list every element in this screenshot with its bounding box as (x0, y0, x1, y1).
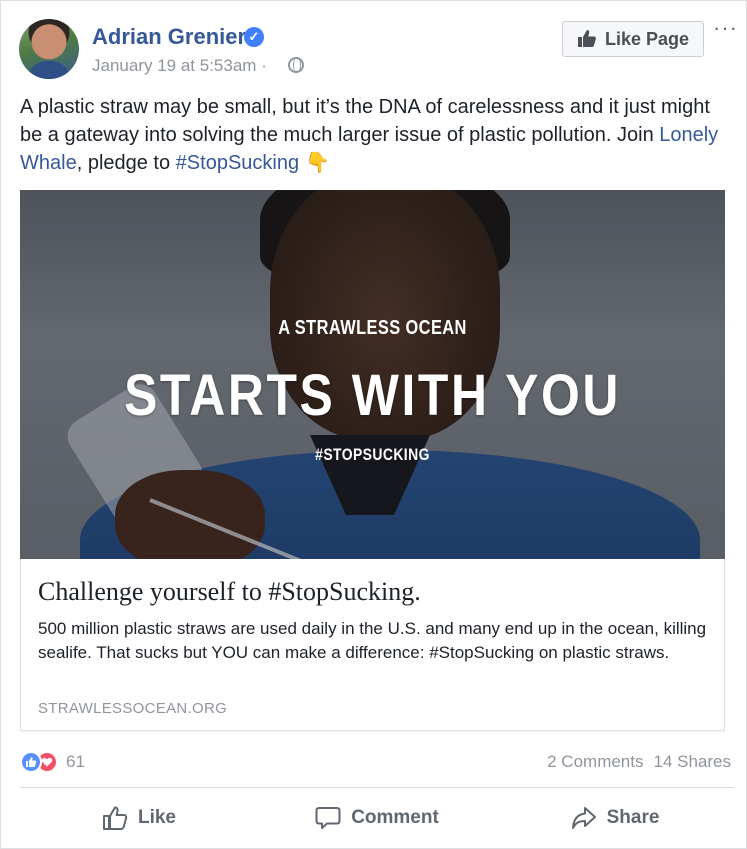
post-timestamp[interactable]: January 19 at 5:53am · (92, 56, 267, 76)
actions-divider (20, 787, 734, 788)
comments-count-link[interactable]: 2 Comments (547, 752, 643, 771)
link-preview-domain: STRAWLESSOCEAN.ORG (38, 700, 228, 717)
comment-label: Comment (351, 807, 439, 828)
post-text-part1: A plastic straw may be small, but it’s t… (20, 96, 710, 146)
comment-bubble-icon (315, 807, 341, 829)
reaction-count[interactable]: 61 (66, 752, 85, 772)
share-arrow-icon (571, 807, 596, 829)
link-preview-title[interactable]: Challenge yourself to #StopSucking. (38, 577, 708, 607)
link-preview-card[interactable]: Challenge yourself to #StopSucking. 500 … (20, 559, 725, 731)
comment-button[interactable]: Comment (258, 798, 496, 838)
author-name[interactable]: Adrian Grenier (92, 24, 246, 50)
verified-badge-icon: ✓ (244, 27, 264, 47)
like-page-button[interactable]: Like Page (562, 21, 704, 57)
reactions-summary[interactable]: 61 (20, 751, 85, 773)
thumbs-up-outline-icon (102, 806, 128, 830)
globe-icon (288, 57, 304, 73)
like-page-label: Like Page (604, 28, 690, 49)
timestamp-separator: · (261, 56, 267, 75)
link-preview-image[interactable]: A STRAWLESS OCEAN STARTS WITH YOU #STOPS… (20, 190, 725, 559)
post-text-part2: , pledge to (76, 152, 176, 174)
image-caption-headline: STARTS WITH YOU (124, 363, 621, 428)
image-caption-hashtag: #STOPSUCKING (315, 445, 430, 464)
engagement-stats: 2 Comments 14 Shares (547, 752, 731, 772)
share-button[interactable]: Share (496, 798, 734, 838)
share-label: Share (606, 807, 660, 828)
thumbs-up-icon (577, 30, 596, 47)
image-caption-line1: A STRAWLESS OCEAN (278, 317, 467, 339)
like-button[interactable]: Like (20, 798, 258, 838)
like-label: Like (137, 807, 177, 828)
stopsucking-hashtag-link[interactable]: #StopSucking (176, 152, 299, 174)
post-card: Adrian Grenier ✓ January 19 at 5:53am · … (0, 0, 747, 849)
post-text: A plastic straw may be small, but it’s t… (20, 93, 735, 177)
timestamp-text[interactable]: January 19 at 5:53am (92, 56, 256, 75)
pointing-down-emoji-icon: 👇 (305, 152, 330, 174)
post-actions-bar: Like Comment Share (20, 798, 734, 838)
more-options-icon[interactable]: ··· (713, 17, 738, 39)
link-preview-description: 500 million plastic straws are used dail… (38, 619, 707, 662)
like-reaction-icon (20, 751, 42, 773)
shares-count-link[interactable]: 14 Shares (654, 752, 732, 771)
author-avatar[interactable] (19, 19, 79, 79)
